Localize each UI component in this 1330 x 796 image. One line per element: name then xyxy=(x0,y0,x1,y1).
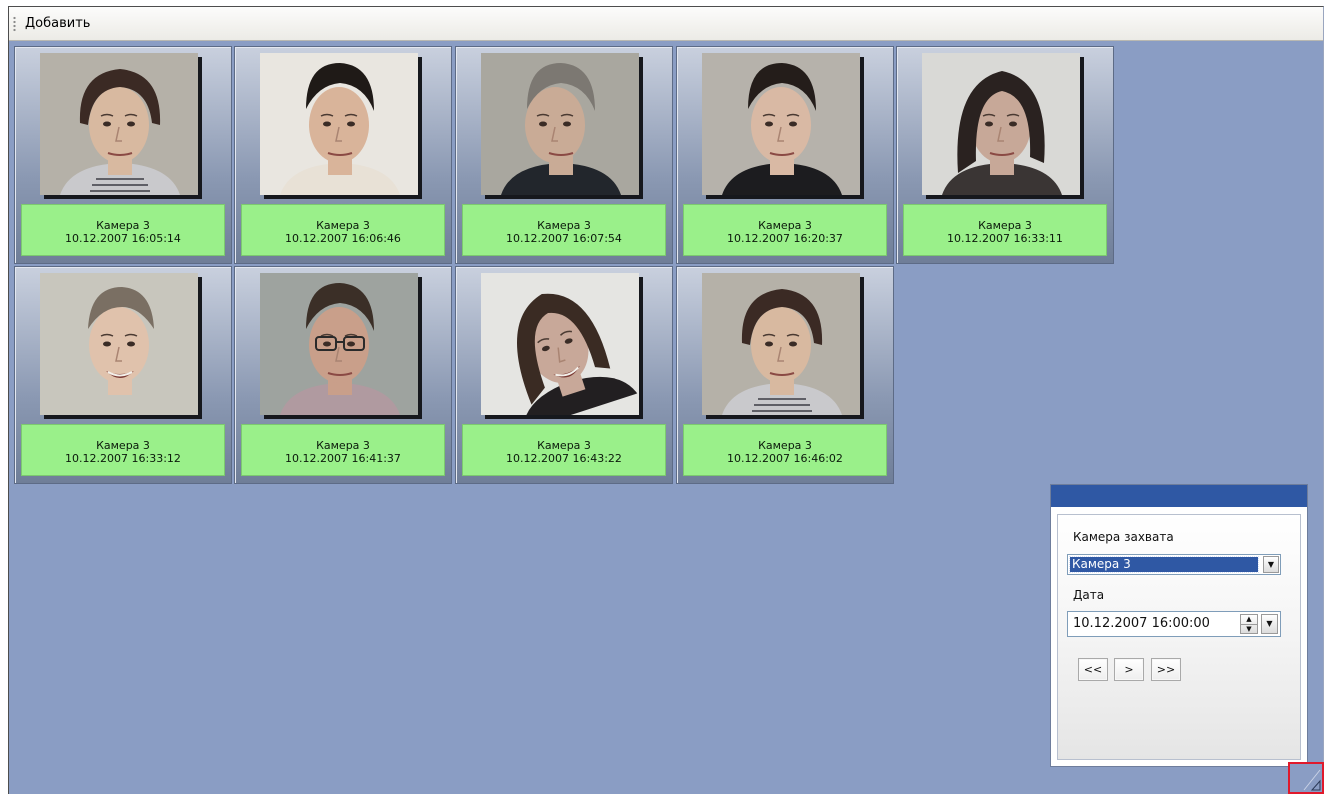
camera-label: Камера захвата xyxy=(1073,530,1174,544)
capture-camera: Камера 3 xyxy=(537,219,591,232)
capture-photo[interactable] xyxy=(40,53,198,195)
toolbar: Добавить xyxy=(9,7,1323,41)
capture-time: 10.12.2007 16:43:22 xyxy=(506,452,622,465)
date-picker-value[interactable]: 10.12.2007 16:00:00 xyxy=(1073,616,1210,631)
capture-time: 10.12.2007 16:20:37 xyxy=(727,232,843,245)
capture-caption: Камера 3 10.12.2007 16:06:46 xyxy=(241,204,445,256)
next-page-button[interactable]: > xyxy=(1114,658,1144,681)
resize-grip[interactable] xyxy=(1288,762,1324,794)
capture-photo[interactable] xyxy=(40,273,198,415)
date-dropdown-icon[interactable]: ▼ xyxy=(1261,614,1278,634)
capture-camera: Камера 3 xyxy=(316,439,370,452)
capture-photo[interactable] xyxy=(702,273,860,415)
capture-caption: Камера 3 10.12.2007 16:33:12 xyxy=(21,424,225,476)
capture-photo-frame xyxy=(702,53,864,199)
camera-select-value: Камера 3 xyxy=(1069,556,1259,573)
capture-caption: Камера 3 10.12.2007 16:33:11 xyxy=(903,204,1107,256)
capture-tile[interactable]: Камера 3 10.12.2007 16:33:11 xyxy=(896,46,1114,264)
capture-time: 10.12.2007 16:41:37 xyxy=(285,452,401,465)
capture-camera: Камера 3 xyxy=(96,219,150,232)
capture-time: 10.12.2007 16:06:46 xyxy=(285,232,401,245)
capture-photo-frame xyxy=(260,273,422,419)
capture-tile[interactable]: Камера 3 10.12.2007 16:05:14 xyxy=(14,46,232,264)
capture-time: 10.12.2007 16:46:02 xyxy=(727,452,843,465)
capture-photo-frame xyxy=(481,53,643,199)
spin-up-icon[interactable]: ▲ xyxy=(1241,615,1257,624)
capture-photo-frame xyxy=(40,273,202,419)
capture-caption: Камера 3 10.12.2007 16:20:37 xyxy=(683,204,887,256)
capture-photo[interactable] xyxy=(702,53,860,195)
capture-photo[interactable] xyxy=(260,273,418,415)
add-button[interactable]: Добавить xyxy=(21,13,94,35)
filter-panel-titlebar[interactable] xyxy=(1051,485,1307,507)
spin-down-icon[interactable]: ▼ xyxy=(1241,624,1257,634)
capture-tile[interactable]: Камера 3 10.12.2007 16:33:12 xyxy=(14,266,232,484)
capture-time: 10.12.2007 16:07:54 xyxy=(506,232,622,245)
capture-caption: Камера 3 10.12.2007 16:07:54 xyxy=(462,204,666,256)
capture-time: 10.12.2007 16:33:11 xyxy=(947,232,1063,245)
capture-camera: Камера 3 xyxy=(96,439,150,452)
capture-photo[interactable] xyxy=(922,53,1080,195)
capture-camera: Камера 3 xyxy=(537,439,591,452)
capture-photo-frame xyxy=(702,273,864,419)
date-picker[interactable]: 10.12.2007 16:00:00 ▲ ▼ ▼ xyxy=(1067,611,1281,637)
last-page-button[interactable]: >> xyxy=(1151,658,1181,681)
capture-caption: Камера 3 10.12.2007 16:43:22 xyxy=(462,424,666,476)
camera-select[interactable]: Камера 3 ▼ xyxy=(1067,554,1281,575)
capture-tile[interactable]: Камера 3 10.12.2007 16:41:37 xyxy=(234,266,452,484)
capture-photo-frame xyxy=(40,53,202,199)
date-spinner[interactable]: ▲ ▼ xyxy=(1240,614,1258,634)
capture-time: 10.12.2007 16:33:12 xyxy=(65,452,181,465)
resize-grip-icon xyxy=(1303,769,1321,791)
capture-tile[interactable]: Камера 3 10.12.2007 16:06:46 xyxy=(234,46,452,264)
capture-caption: Камера 3 10.12.2007 16:05:14 xyxy=(21,204,225,256)
capture-camera: Камера 3 xyxy=(316,219,370,232)
capture-caption: Камера 3 10.12.2007 16:46:02 xyxy=(683,424,887,476)
capture-caption: Камера 3 10.12.2007 16:41:37 xyxy=(241,424,445,476)
capture-time: 10.12.2007 16:05:14 xyxy=(65,232,181,245)
capture-camera: Камера 3 xyxy=(978,219,1032,232)
first-page-button[interactable]: << xyxy=(1078,658,1108,681)
capture-photo[interactable] xyxy=(260,53,418,195)
camera-select-dropdown-icon[interactable]: ▼ xyxy=(1263,556,1279,573)
toolbar-grip[interactable] xyxy=(13,16,16,32)
capture-photo-frame xyxy=(481,273,643,419)
capture-photo[interactable] xyxy=(481,273,639,415)
capture-photo-frame xyxy=(260,53,422,199)
date-label: Дата xyxy=(1073,588,1105,602)
capture-photo-frame xyxy=(922,53,1084,199)
filter-panel-body: Камера захвата Дата xyxy=(1057,514,1301,760)
capture-tile[interactable]: Камера 3 10.12.2007 16:20:37 xyxy=(676,46,894,264)
capture-tile[interactable]: Камера 3 10.12.2007 16:07:54 xyxy=(455,46,673,264)
filter-panel: Камера захвата Дата Камера 3 ▼ 10.12.200… xyxy=(1050,484,1308,767)
capture-camera: Камера 3 xyxy=(758,439,812,452)
capture-camera: Камера 3 xyxy=(758,219,812,232)
capture-photo[interactable] xyxy=(481,53,639,195)
capture-tile[interactable]: Камера 3 10.12.2007 16:43:22 xyxy=(455,266,673,484)
capture-tile[interactable]: Камера 3 10.12.2007 16:46:02 xyxy=(676,266,894,484)
